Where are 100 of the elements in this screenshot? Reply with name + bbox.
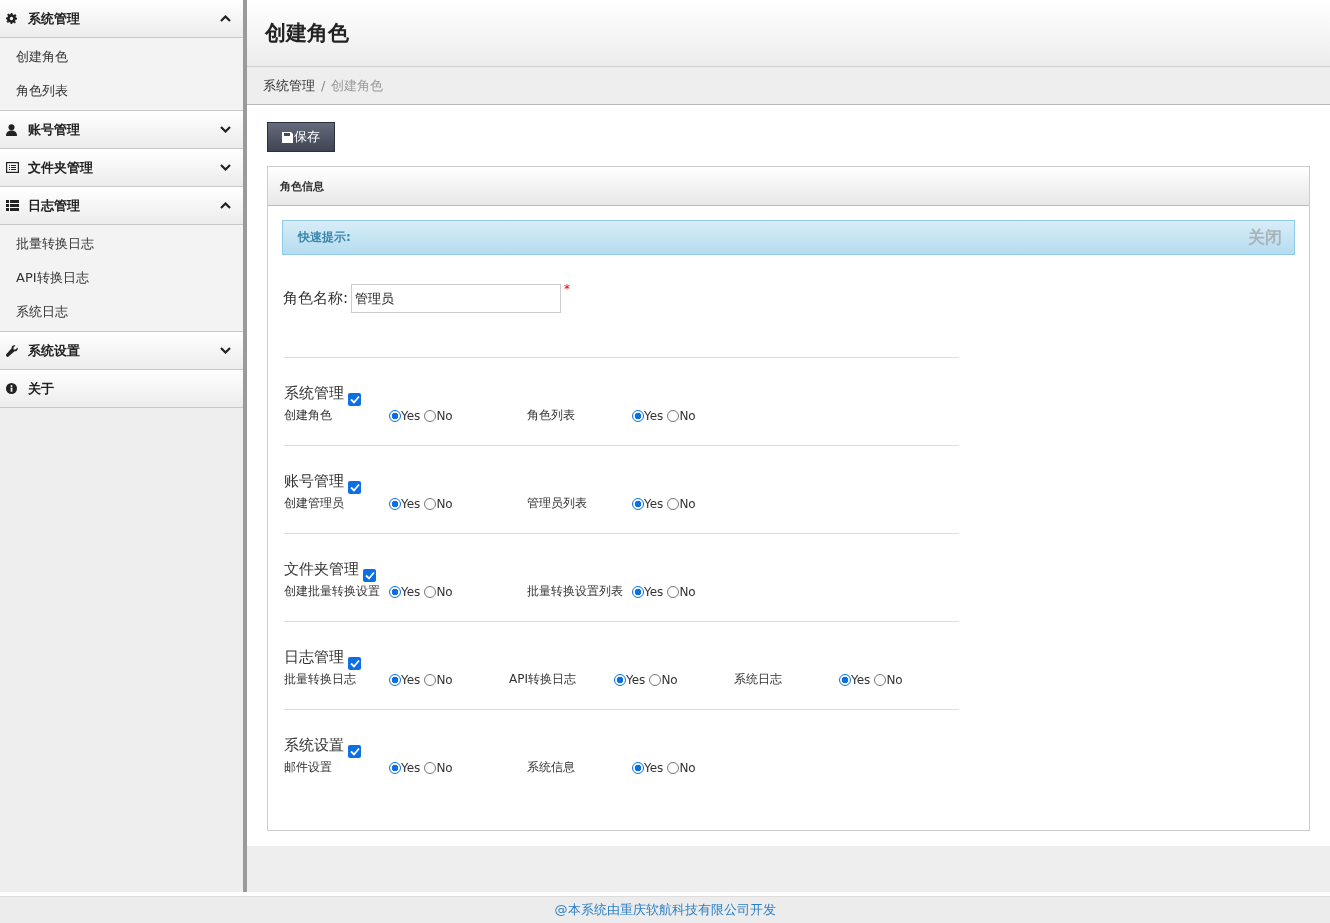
wrench-icon (6, 344, 18, 357)
radio-button[interactable] (632, 497, 644, 510)
page-title: 创建角色 (265, 20, 349, 47)
radio-label: No (679, 408, 696, 423)
checkbox[interactable] (348, 657, 361, 670)
permission-group-title: 账号管理 (284, 472, 344, 491)
permission-group-title: 文件夹管理 (284, 560, 359, 579)
radio-label: Yes (401, 672, 421, 687)
checkbox[interactable] (348, 481, 361, 494)
radio-button[interactable] (649, 673, 662, 686)
sidebar-group-header[interactable]: 账号管理 (0, 111, 243, 149)
sidebar-group-label: 系统管理 (28, 9, 81, 28)
radio-label: No (886, 672, 903, 687)
permission-label: 角色列表 (527, 407, 576, 424)
radio-button[interactable] (667, 761, 680, 774)
radio-label: No (436, 584, 453, 599)
role-name-field[interactable]: 管理员 (351, 284, 562, 313)
sidebar-group-header[interactable]: 文件夹管理 (0, 149, 243, 187)
checkbox[interactable] (348, 393, 361, 406)
radio-button[interactable] (632, 409, 644, 422)
chevron-down-icon[interactable] (220, 347, 231, 354)
checkbox[interactable] (363, 569, 376, 582)
radio-label: Yes (644, 408, 664, 423)
list-icon (6, 200, 19, 211)
checkbox[interactable] (348, 745, 361, 758)
sidebar-group-label: 关于 (28, 379, 55, 398)
required-mark: * (564, 282, 571, 296)
sidebar-item[interactable]: 批量转换日志 (0, 227, 243, 261)
radio-label: No (436, 760, 453, 775)
alert-text: 快速提示: (298, 229, 351, 246)
radio-label: No (679, 760, 696, 775)
radio-button[interactable] (389, 409, 401, 422)
radio-label: Yes (401, 408, 421, 423)
radio-button[interactable] (389, 673, 401, 686)
permission-label: 创建批量转换设置 (284, 583, 381, 600)
radio-label: Yes (851, 672, 871, 687)
radio-button[interactable] (389, 761, 401, 774)
sidebar-group-label: 系统设置 (28, 341, 81, 360)
permission-label: 管理员列表 (527, 495, 588, 512)
permission-label: 创建角色 (284, 407, 333, 424)
radio-button[interactable] (874, 673, 887, 686)
sidebar-group-label: 账号管理 (28, 120, 81, 139)
permission-label: API转换日志 (509, 671, 577, 688)
chevron-up-icon[interactable] (220, 202, 231, 209)
radio-label: Yes (401, 496, 421, 511)
sidebar-item[interactable]: 系统日志 (0, 295, 243, 329)
sidebar-group-header[interactable]: 系统设置 (0, 332, 243, 370)
radio-label: Yes (626, 672, 646, 687)
sidebar-item[interactable]: 创建角色 (0, 40, 243, 74)
breadcrumb-current: 创建角色 (331, 76, 384, 95)
radio-button[interactable] (424, 497, 437, 510)
permission-label: 批量转换日志 (284, 671, 357, 688)
chevron-down-icon[interactable] (220, 126, 231, 133)
radio-button[interactable] (667, 409, 680, 422)
sidebar-group-label: 日志管理 (28, 196, 81, 215)
radio-label: Yes (401, 760, 421, 775)
radio-button[interactable] (424, 673, 437, 686)
radio-button[interactable] (614, 673, 626, 686)
radio-button[interactable] (424, 409, 437, 422)
radio-button[interactable] (632, 585, 644, 598)
radio-button[interactable] (839, 673, 851, 686)
permission-group-title: 系统管理 (284, 384, 344, 403)
permission-label: 批量转换设置列表 (527, 583, 624, 600)
save-button[interactable]: 保存 (267, 122, 335, 152)
radio-button[interactable] (389, 497, 401, 510)
radio-button[interactable] (389, 585, 401, 598)
sidebar-group-header[interactable]: 系统管理 (0, 0, 243, 38)
radio-label: No (436, 408, 453, 423)
info-icon (6, 383, 17, 394)
sidebar-group-header[interactable]: 日志管理 (0, 187, 243, 225)
radio-label: No (679, 496, 696, 511)
permission-label: 创建管理员 (284, 495, 345, 512)
radio-button[interactable] (632, 761, 644, 774)
list-icon (6, 162, 19, 173)
sidebar-group-label: 文件夹管理 (28, 158, 94, 177)
sidebar-group-header[interactable]: 关于 (0, 370, 243, 408)
radio-label: No (661, 672, 678, 687)
radio-label: No (436, 672, 453, 687)
chevron-up-icon[interactable] (220, 15, 231, 22)
radio-button[interactable] (667, 497, 680, 510)
radio-button[interactable] (424, 585, 437, 598)
gear-icon (6, 13, 17, 24)
footer-text: @本系统由重庆软航科技有限公司开发 (554, 902, 776, 917)
radio-label: Yes (644, 760, 664, 775)
radio-label: No (679, 584, 696, 599)
breadcrumb-link[interactable]: 系统管理 (263, 76, 315, 95)
sidebar-item[interactable]: 角色列表 (0, 74, 243, 108)
breadcrumb-separator: / (321, 78, 326, 93)
radio-button[interactable] (667, 585, 680, 598)
user-icon (6, 123, 17, 136)
chevron-down-icon[interactable] (220, 164, 231, 171)
radio-button[interactable] (424, 761, 437, 774)
radio-label: No (436, 496, 453, 511)
permission-label: 系统信息 (527, 759, 576, 776)
permission-group-title: 日志管理 (284, 648, 344, 667)
permission-group-title: 系统设置 (284, 736, 344, 755)
field-label: 角色名称: (283, 289, 349, 308)
sidebar-item[interactable]: API转换日志 (0, 261, 243, 295)
permission-label: 邮件设置 (284, 759, 333, 776)
permission-label: 系统日志 (734, 671, 783, 688)
